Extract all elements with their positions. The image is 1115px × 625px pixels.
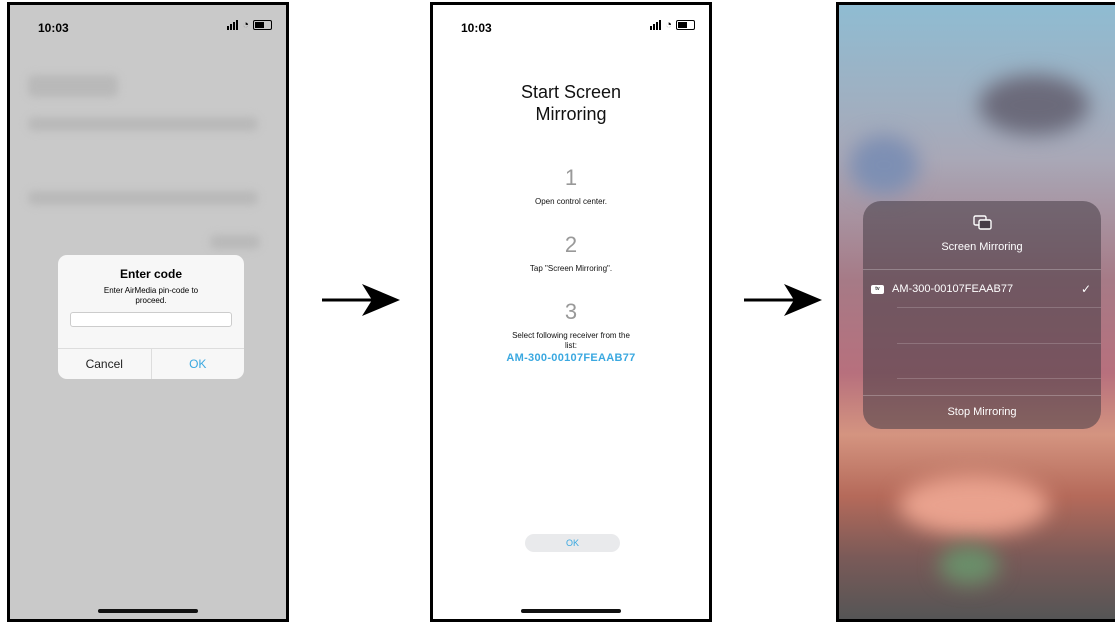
blurred-background-shape [979,75,1089,135]
divider [897,343,1101,344]
blurred-background-row [28,191,258,205]
right-arrow-icon [322,284,400,316]
cellular-signal-icon [650,20,662,30]
checkmark-icon: ✓ [1080,282,1091,296]
device-name: AM-300-00107FEAAB77 [892,283,1014,295]
home-indicator[interactable] [521,609,621,613]
step-text: Select following receiver from the list: [512,331,630,350]
pin-code-input[interactable] [70,312,232,327]
battery-icon [676,20,695,30]
divider [863,395,1101,396]
panel-title: Screen Mirroring [941,241,1023,253]
battery-icon [253,20,272,30]
step-number: 3 [564,299,578,324]
status-time: 10:03 [38,21,69,35]
device-row[interactable]: tv AM-300-00107FEAAB77 ✓ [871,279,1091,299]
home-indicator[interactable] [98,609,198,613]
receiver-name: AM-300-00107FEAAB77 [506,352,636,364]
step-3: 3 Select following receiver from the lis… [433,299,709,364]
cellular-signal-icon [227,20,239,30]
status-bar: 10:03 ◔ [433,19,709,39]
phone-enter-code: 10:03 ◔ Enter code Enter AirMedia pin-co… [7,2,289,622]
right-arrow-icon [744,284,822,316]
blurred-background-title [28,75,118,97]
dialog-title: Enter code [119,267,182,281]
wifi-icon: ◔ [242,19,249,31]
page-title: Start Screen Mirroring [520,82,622,124]
blurred-background-shape [849,135,919,195]
phone-control-center: Screen Mirroring tv AM-300-00107FEAAB77 … [836,2,1115,622]
screen-mirroring-icon [973,215,992,230]
step-1: 1 Open control center. [433,165,709,207]
blurred-background-shape [939,545,999,585]
status-time: 10:03 [461,21,492,35]
step-number: 2 [564,232,578,257]
blurred-background-button [210,235,260,249]
stop-mirroring-button[interactable]: Stop Mirroring [863,406,1101,418]
divider [897,378,1101,379]
dialog-message: Enter AirMedia pin-code to proceed. [103,286,199,305]
enter-code-dialog: Enter code Enter AirMedia pin-code to pr… [58,255,244,379]
blurred-background-row [28,117,258,131]
screen-mirroring-panel: Screen Mirroring tv AM-300-00107FEAAB77 … [863,201,1101,429]
wifi-icon: ◔ [665,19,672,31]
ok-button[interactable]: OK [525,534,620,552]
cancel-button[interactable]: Cancel [58,349,152,379]
blurred-background-shape [899,475,1049,535]
ok-button[interactable]: OK [152,349,245,379]
step-text: Open control center. [534,197,608,206]
phone-start-mirroring: 10:03 ◔ Start Screen Mirroring 1 Open co… [430,2,712,622]
divider [863,269,1101,270]
step-number: 1 [564,165,578,190]
step-2: 2 Tap "Screen Mirroring". [433,232,709,274]
status-bar: 10:03 ◔ [10,19,286,39]
step-text: Tap "Screen Mirroring". [529,264,613,273]
apple-tv-icon: tv [871,284,884,294]
divider [897,307,1101,308]
